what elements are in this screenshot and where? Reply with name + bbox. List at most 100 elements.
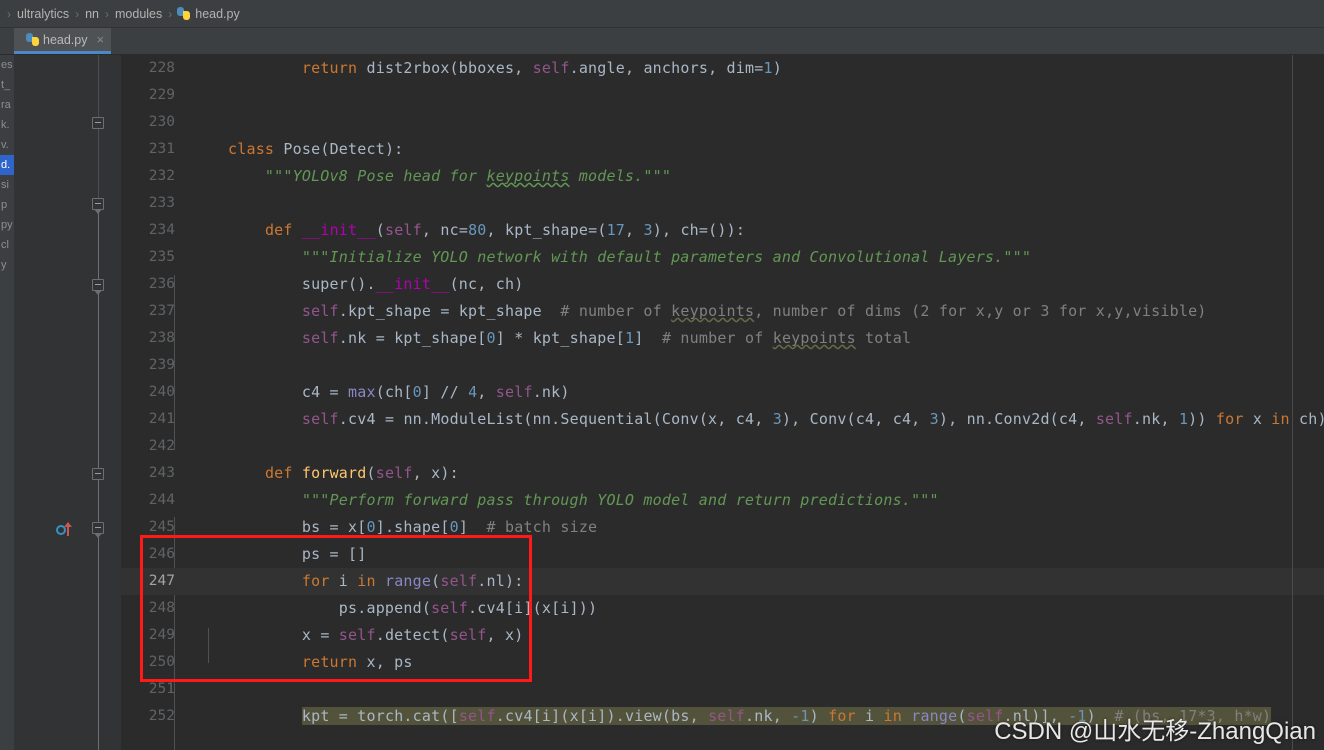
code-line-237[interactable]: 237 self.kpt_shape = kpt_shape # number …	[121, 298, 1324, 325]
code-line-238[interactable]: 238 self.nk = kpt_shape[0] * kpt_shape[1…	[121, 325, 1324, 352]
line-number: 231	[148, 141, 175, 157]
breadcrumb: › ultralytics › nn › modules › head.py	[0, 0, 1324, 28]
breadcrumb-separator-3: ›	[168, 6, 173, 21]
right-margin-guide	[1292, 55, 1293, 750]
line-text: class Pose(Detect):	[228, 140, 404, 158]
line-text: self.kpt_shape = kpt_shape # number of k…	[301, 302, 1207, 320]
code-line-247[interactable]: 247 for i in range(self.nl):	[121, 568, 1324, 595]
line-number: 228	[148, 60, 175, 76]
line-text: """Perform forward pass through YOLO mod…	[228, 491, 939, 509]
line-number: 233	[148, 195, 175, 211]
breadcrumb-separator-2: ›	[105, 6, 109, 21]
code-line-235[interactable]: 235 """Initialize YOLO network with defa…	[121, 244, 1324, 271]
list-item[interactable]: si	[0, 175, 14, 195]
line-number: 250	[148, 654, 175, 670]
breadcrumb-item-nn[interactable]: nn	[84, 7, 100, 21]
line-number: 247	[148, 573, 175, 589]
line-text: return dist2rbox(bboxes, self.angle, anc…	[301, 59, 782, 77]
breadcrumb-separator-0: ›	[7, 6, 11, 21]
editor-gutter[interactable]	[14, 55, 121, 750]
line-number: 249	[148, 627, 175, 643]
code-line-240[interactable]: 240 c4 = max(ch[0] // 4, self.nk)	[121, 379, 1324, 406]
line-text: x = self.detect(self, x)	[228, 626, 524, 644]
python-file-icon	[177, 7, 191, 20]
line-text: def __init__(self, nc=80, kpt_shape=(17,…	[264, 221, 746, 239]
code-line-241[interactable]: 241 self.cv4 = nn.ModuleList(nn.Sequenti…	[121, 406, 1324, 433]
code-line-251[interactable]: 251	[121, 676, 1324, 703]
override-method-icon[interactable]	[56, 522, 74, 538]
project-tree-sliver[interactable]: es t_ ra k. v. d. si p py cl y	[0, 55, 14, 750]
line-number: 232	[148, 168, 175, 184]
line-number: 252	[148, 708, 175, 724]
code-line-230[interactable]: 230	[121, 109, 1324, 136]
watermark: CSDN @山水无移-ZhangQian	[994, 718, 1316, 745]
line-number: 229	[148, 87, 175, 103]
list-item[interactable]: py	[0, 215, 14, 235]
line-text: """Initialize YOLO network with default …	[228, 248, 1032, 266]
code-line-245[interactable]: 245 bs = x[0].shape[0] # batch size	[121, 514, 1324, 541]
line-number: 238	[148, 330, 175, 346]
code-line-233[interactable]: 233	[121, 190, 1324, 217]
code-editor[interactable]: 228 return dist2rbox(bboxes, self.angle,…	[14, 55, 1324, 750]
breadcrumb-item-ultralytics[interactable]: ultralytics	[16, 7, 70, 21]
list-item[interactable]: cl	[0, 235, 14, 255]
code-lines[interactable]: 228 return dist2rbox(bboxes, self.angle,…	[121, 55, 1324, 750]
list-item[interactable]: v.	[0, 135, 14, 155]
list-item[interactable]: ra	[0, 95, 14, 115]
line-number: 234	[148, 222, 175, 238]
editor-tab-bar: head.py ×	[0, 28, 1324, 55]
tab-head-py[interactable]: head.py ×	[14, 28, 112, 54]
list-item-selected[interactable]: d.	[0, 155, 14, 175]
list-item[interactable]: es	[0, 55, 14, 75]
line-text: return x, ps	[301, 653, 413, 671]
python-file-icon	[26, 33, 39, 46]
code-line-250[interactable]: 250 return x, ps	[121, 649, 1324, 676]
line-number: 236	[148, 276, 175, 292]
breadcrumb-item-modules[interactable]: modules	[114, 7, 163, 21]
code-line-242[interactable]: 242	[121, 433, 1324, 460]
code-line-229[interactable]: 229	[121, 82, 1324, 109]
breadcrumb-separator-1: ›	[75, 6, 80, 21]
line-number: 243	[148, 465, 175, 481]
line-text: ps.append(self.cv4[i](x[i]))	[228, 599, 598, 617]
line-text: """YOLOv8 Pose head for keypoints models…	[228, 167, 672, 185]
line-number: 237	[148, 303, 175, 319]
code-line-244[interactable]: 244 """Perform forward pass through YOLO…	[121, 487, 1324, 514]
line-number: 235	[148, 249, 175, 265]
list-item[interactable]: t_	[0, 75, 14, 95]
line-text: c4 = max(ch[0] // 4, self.nk)	[228, 383, 570, 401]
line-text: def forward(self, x):	[264, 464, 459, 482]
line-text: bs = x[0].shape[0] # batch size	[228, 518, 598, 536]
line-text: super().__init__(nc, ch)	[228, 275, 524, 293]
line-number: 242	[148, 438, 175, 454]
line-number: 244	[148, 492, 175, 508]
code-line-234[interactable]: 234 def __init__(self, nc=80, kpt_shape=…	[121, 217, 1324, 244]
line-number: 248	[148, 600, 175, 616]
list-item[interactable]: k.	[0, 115, 14, 135]
code-line-246[interactable]: 246 ps = []	[121, 541, 1324, 568]
line-text: self.cv4 = nn.ModuleList(nn.Sequential(C…	[301, 410, 1324, 428]
code-line-232[interactable]: 232 """YOLOv8 Pose head for keypoints mo…	[121, 163, 1324, 190]
line-number: 246	[148, 546, 175, 562]
line-number: 230	[148, 114, 175, 130]
code-line-239[interactable]: 239	[121, 352, 1324, 379]
close-icon[interactable]: ×	[96, 33, 104, 46]
line-number: 239	[148, 357, 175, 373]
list-item[interactable]: y	[0, 255, 14, 275]
code-line-249[interactable]: 249 x = self.detect(self, x)	[121, 622, 1324, 649]
line-text: ps = []	[228, 545, 367, 563]
line-text: self.nk = kpt_shape[0] * kpt_shape[1] # …	[301, 329, 912, 347]
list-item[interactable]: p	[0, 195, 14, 215]
line-number: 251	[148, 681, 175, 697]
code-line-248[interactable]: 248 ps.append(self.cv4[i](x[i]))	[121, 595, 1324, 622]
code-line-228[interactable]: 228 return dist2rbox(bboxes, self.angle,…	[121, 55, 1324, 82]
breadcrumb-item-headpy[interactable]: head.py	[194, 7, 240, 21]
line-text: for i in range(self.nl):	[301, 572, 524, 590]
line-number: 245	[148, 519, 175, 535]
line-number: 240	[148, 384, 175, 400]
tab-label: head.py	[43, 32, 88, 47]
code-line-236[interactable]: 236 super().__init__(nc, ch)	[121, 271, 1324, 298]
code-line-231[interactable]: 231 class Pose(Detect):	[121, 136, 1324, 163]
code-line-243[interactable]: 243 def forward(self, x):	[121, 460, 1324, 487]
line-number: 241	[148, 411, 175, 427]
